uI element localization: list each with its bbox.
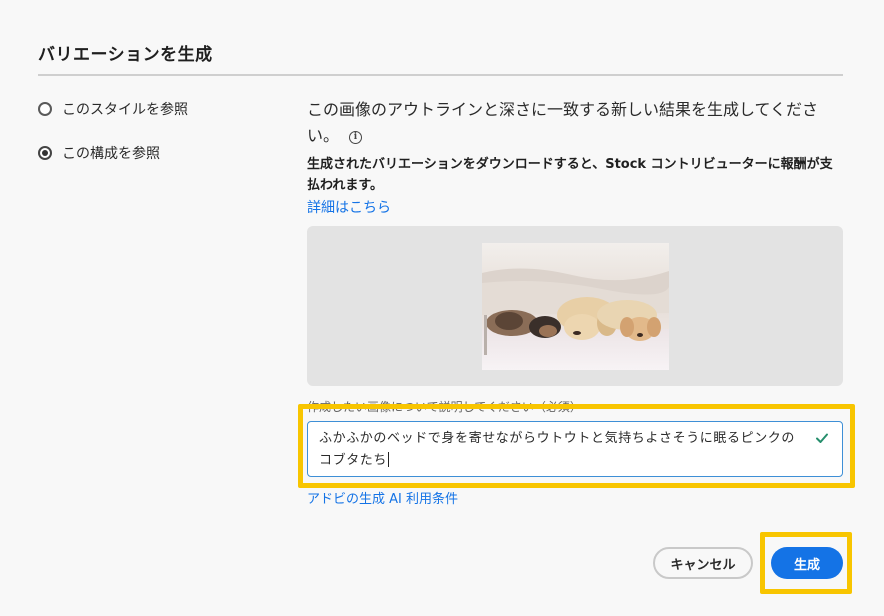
radio-checked-icon[interactable] [38,146,52,160]
cancel-button[interactable]: キャンセル [653,547,753,579]
option-reference-composition[interactable]: この構成を参照 [38,143,160,163]
option-label: この構成を参照 [62,146,160,162]
prompt-field-label: 作成したい画像について説明してください（必須） [307,400,582,414]
check-icon [816,433,828,443]
details-link[interactable]: 詳細はこちら [307,197,391,217]
prompt-textarea[interactable]: ふかふかのベッドで身を寄せながらウトウトと気持ちよさそうに眠るピンクのコブタたち [307,421,843,477]
radio-unchecked-icon[interactable] [38,102,52,116]
prompt-text: ふかふかのベッドで身を寄せながらウトウトと気持ちよさそうに眠るピンクのコブタたち [319,431,796,468]
info-icon[interactable]: i [349,131,363,144]
title-divider [38,74,843,76]
description-text: この画像のアウトラインと深さに一致する新しい結果を生成してください。 i [307,97,837,149]
dialog-title: バリエーションを生成 [38,45,213,65]
contributor-notice: 生成されたバリエーションをダウンロードすると、Stock コントリビューターに報… [307,157,833,193]
option-label: このスタイルを参照 [62,102,188,118]
generate-button[interactable]: 生成 [771,547,843,579]
dogs-on-bed-photo [482,243,669,370]
generate-variations-dialog: バリエーションを生成 このスタイルを参照 この構成を参照 この画像のアウトライン… [0,0,884,616]
option-reference-style[interactable]: このスタイルを参照 [38,99,188,119]
text-caret [388,452,390,467]
description-body: この画像のアウトラインと深さに一致する新しい結果を生成してください。 [307,100,819,145]
gen-ai-terms-link[interactable]: アドビの生成 AI 利用条件 [307,488,458,507]
